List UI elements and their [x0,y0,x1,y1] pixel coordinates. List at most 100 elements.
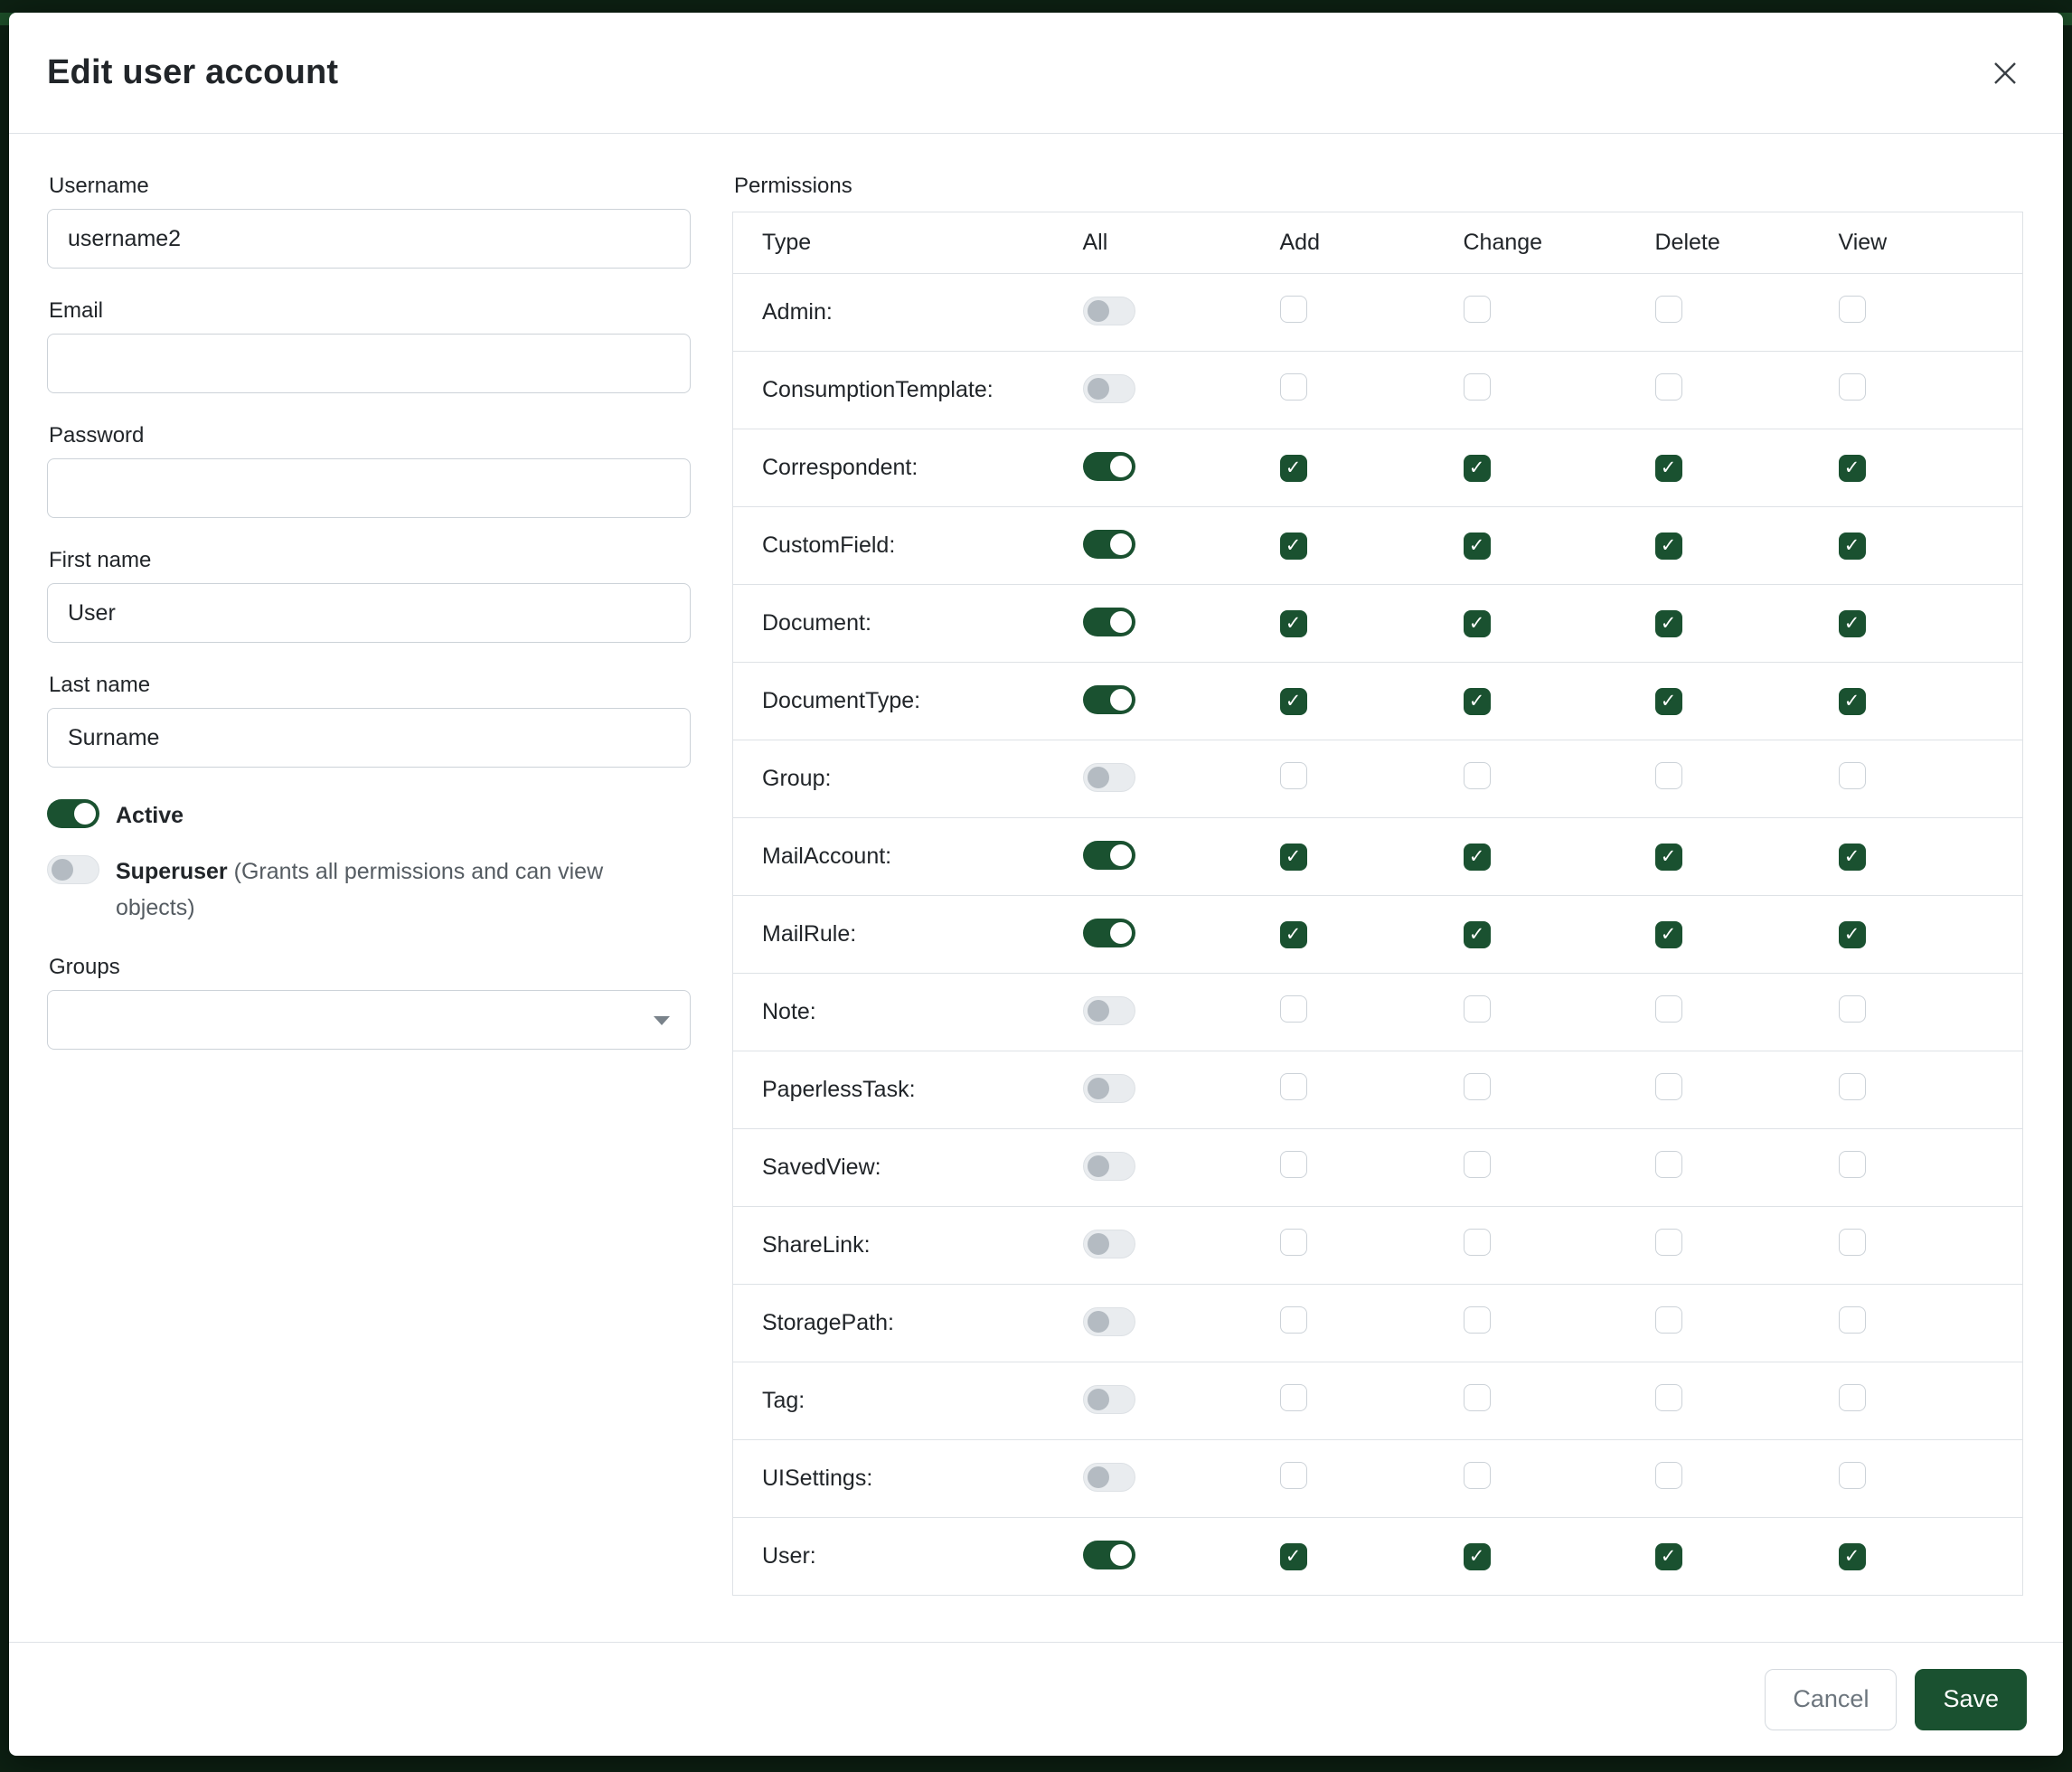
permission-delete-checkbox[interactable]: ✓ [1655,1543,1682,1570]
permission-all-toggle[interactable] [1083,1541,1135,1569]
permission-all-toggle[interactable] [1083,685,1135,714]
permission-add-checkbox[interactable] [1280,1229,1307,1256]
permission-add-checkbox[interactable] [1280,373,1307,401]
permission-change-checkbox[interactable] [1464,1073,1491,1100]
permission-all-toggle[interactable] [1083,1385,1135,1414]
permission-delete-checkbox[interactable] [1655,1306,1682,1334]
superuser-toggle[interactable] [47,855,99,884]
permission-view-checkbox[interactable]: ✓ [1839,1543,1866,1570]
permission-change-checkbox[interactable] [1464,1462,1491,1489]
permission-all-toggle[interactable] [1083,297,1135,325]
permission-all-toggle[interactable] [1083,374,1135,403]
save-button[interactable]: Save [1915,1669,2027,1730]
permission-delete-cell [1626,1129,1810,1207]
permission-add-checkbox[interactable] [1280,762,1307,789]
permission-view-checkbox[interactable]: ✓ [1839,921,1866,948]
permission-all-toggle[interactable] [1083,996,1135,1025]
permission-change-checkbox[interactable]: ✓ [1464,610,1491,637]
permission-change-checkbox[interactable]: ✓ [1464,1543,1491,1570]
permission-view-checkbox[interactable] [1839,1151,1866,1178]
permission-change-checkbox[interactable]: ✓ [1464,533,1491,560]
permission-all-toggle[interactable] [1083,608,1135,636]
permission-view-checkbox[interactable] [1839,1229,1866,1256]
permission-change-checkbox[interactable]: ✓ [1464,844,1491,871]
password-input[interactable] [47,458,691,518]
permission-all-toggle[interactable] [1083,1307,1135,1336]
permission-delete-checkbox[interactable] [1655,762,1682,789]
permission-view-checkbox[interactable]: ✓ [1839,844,1866,871]
permission-view-checkbox[interactable] [1839,1462,1866,1489]
permission-all-toggle[interactable] [1083,1074,1135,1103]
permission-add-checkbox[interactable]: ✓ [1280,844,1307,871]
permission-delete-checkbox[interactable]: ✓ [1655,844,1682,871]
permission-all-toggle[interactable] [1083,763,1135,792]
permission-add-checkbox[interactable] [1280,1151,1307,1178]
permission-change-checkbox[interactable] [1464,1306,1491,1334]
permission-change-checkbox[interactable] [1464,373,1491,401]
permission-add-cell: ✓ [1251,663,1435,740]
permission-change-checkbox[interactable]: ✓ [1464,455,1491,482]
permission-view-checkbox[interactable] [1839,1073,1866,1100]
permission-add-checkbox[interactable] [1280,1384,1307,1411]
permission-change-checkbox[interactable] [1464,1229,1491,1256]
groups-select[interactable] [47,990,691,1050]
permission-add-checkbox[interactable] [1280,995,1307,1023]
permission-view-checkbox[interactable]: ✓ [1839,533,1866,560]
permission-change-checkbox[interactable] [1464,296,1491,323]
permission-change-checkbox[interactable]: ✓ [1464,921,1491,948]
email-input[interactable] [47,334,691,393]
permission-all-toggle[interactable] [1083,530,1135,559]
permission-delete-checkbox[interactable]: ✓ [1655,610,1682,637]
permission-delete-checkbox[interactable]: ✓ [1655,455,1682,482]
permission-delete-checkbox[interactable] [1655,1229,1682,1256]
username-input[interactable] [47,209,691,269]
permission-all-toggle[interactable] [1083,919,1135,947]
permission-all-toggle[interactable] [1083,1230,1135,1258]
permission-delete-checkbox[interactable]: ✓ [1655,921,1682,948]
permission-delete-checkbox[interactable] [1655,296,1682,323]
permission-change-checkbox[interactable] [1464,762,1491,789]
permission-delete-checkbox[interactable] [1655,1462,1682,1489]
permission-delete-checkbox[interactable] [1655,1384,1682,1411]
permission-add-checkbox[interactable] [1280,296,1307,323]
permission-all-toggle[interactable] [1083,841,1135,870]
permission-change-checkbox[interactable] [1464,995,1491,1023]
permission-view-checkbox[interactable] [1839,1306,1866,1334]
last-name-input[interactable] [47,708,691,768]
permission-delete-checkbox[interactable] [1655,995,1682,1023]
permission-view-checkbox[interactable] [1839,762,1866,789]
permission-add-checkbox[interactable]: ✓ [1280,533,1307,560]
permission-add-checkbox[interactable]: ✓ [1280,1543,1307,1570]
permission-add-checkbox[interactable]: ✓ [1280,921,1307,948]
close-button[interactable] [1983,52,2027,95]
permission-delete-checkbox[interactable] [1655,373,1682,401]
first-name-input[interactable] [47,583,691,643]
permission-change-checkbox[interactable] [1464,1384,1491,1411]
active-toggle[interactable] [47,799,99,828]
permission-view-checkbox[interactable]: ✓ [1839,455,1866,482]
permission-add-checkbox[interactable]: ✓ [1280,688,1307,715]
cancel-button[interactable]: Cancel [1765,1669,1897,1730]
permission-view-checkbox[interactable]: ✓ [1839,688,1866,715]
permission-row: Admin: [733,274,2023,352]
permission-all-toggle[interactable] [1083,1152,1135,1181]
permission-view-checkbox[interactable] [1839,296,1866,323]
permission-add-checkbox[interactable] [1280,1073,1307,1100]
permission-all-toggle[interactable] [1083,1463,1135,1492]
permission-delete-checkbox[interactable] [1655,1073,1682,1100]
permission-view-checkbox[interactable] [1839,995,1866,1023]
permission-add-checkbox[interactable] [1280,1462,1307,1489]
permission-view-checkbox[interactable] [1839,1384,1866,1411]
permission-delete-checkbox[interactable]: ✓ [1655,533,1682,560]
permission-view-checkbox[interactable] [1839,373,1866,401]
permission-all-toggle[interactable] [1083,452,1135,481]
permission-change-checkbox[interactable]: ✓ [1464,688,1491,715]
permission-add-checkbox[interactable]: ✓ [1280,455,1307,482]
permission-change-checkbox[interactable] [1464,1151,1491,1178]
permission-view-checkbox[interactable]: ✓ [1839,610,1866,637]
permission-add-checkbox[interactable]: ✓ [1280,610,1307,637]
permission-delete-checkbox[interactable] [1655,1151,1682,1178]
permissions-label: Permissions [734,174,2023,199]
permission-add-checkbox[interactable] [1280,1306,1307,1334]
permission-delete-checkbox[interactable]: ✓ [1655,688,1682,715]
